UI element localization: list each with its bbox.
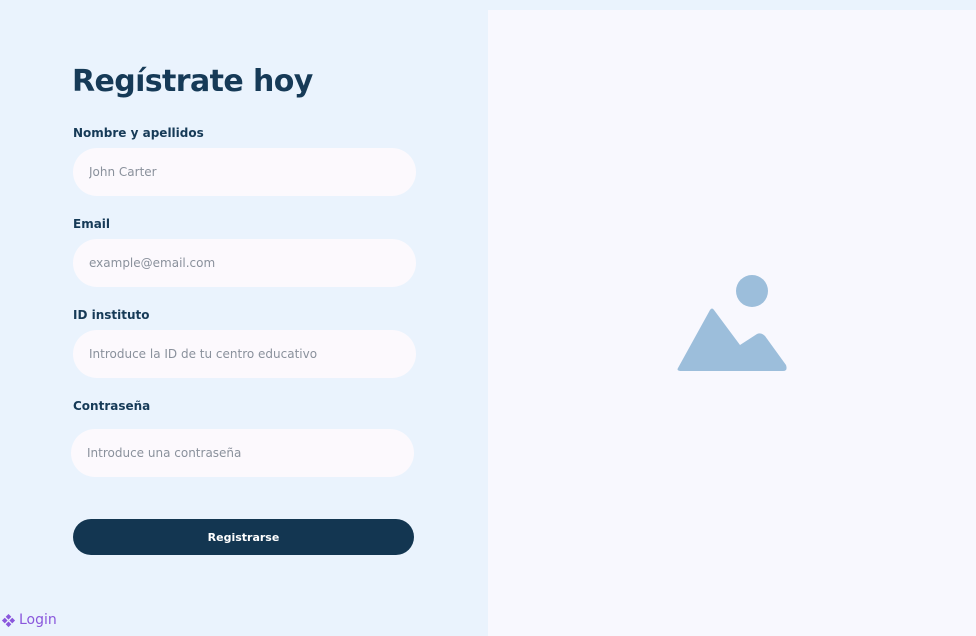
signup-page: Regístrate hoy Nombre y apellidos Email … [0,0,976,636]
component-diamond-icon [1,613,16,627]
email-input[interactable] [73,239,416,287]
password-label: Contraseña [73,399,151,413]
signup-form-panel: Regístrate hoy Nombre y apellidos Email … [0,0,488,636]
institute-id-label: ID instituto [73,308,150,322]
register-button[interactable]: Registrarse [73,519,414,555]
login-label: Login [19,612,57,628]
login-link[interactable]: Login [1,610,57,630]
name-label: Nombre y apellidos [73,126,204,140]
password-input[interactable] [71,429,414,477]
name-input[interactable] [73,148,416,196]
image-placeholder-icon [677,275,787,371]
email-label: Email [73,217,111,231]
page-title: Regístrate hoy [72,64,313,99]
institute-id-input[interactable] [73,330,416,378]
